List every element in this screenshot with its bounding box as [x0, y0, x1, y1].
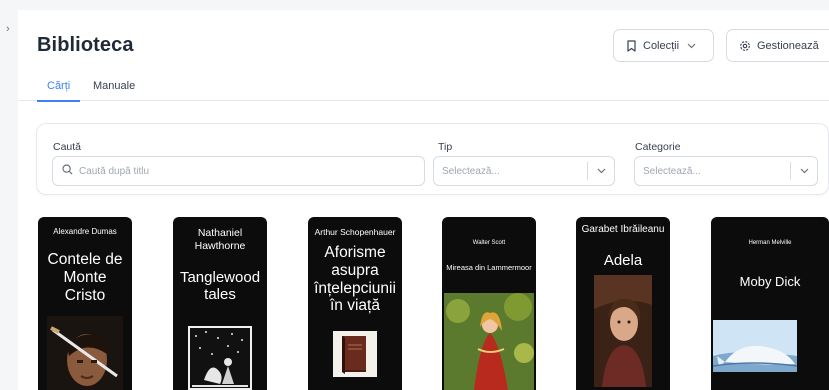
tab-books[interactable]: Cărți — [36, 80, 81, 102]
bookmark-icon — [626, 39, 637, 52]
type-select[interactable]: Selectează... — [433, 156, 615, 186]
search-field[interactable] — [52, 156, 425, 186]
book-author: Alexandre Dumas — [53, 227, 117, 236]
book-author: Arthur Schopenhauer — [314, 227, 396, 237]
sidebar-collapse-icon[interactable]: › — [6, 22, 16, 36]
book-cover-image — [47, 316, 123, 390]
search-label: Caută — [53, 141, 82, 153]
manage-button-label: Gestionează — [757, 39, 819, 52]
book-title: Tanglewood tales — [179, 269, 261, 304]
book-card[interactable]: Nathaniel Hawthorne Tanglewood tales — [173, 217, 267, 390]
book-grid: Alexandre Dumas Contele de Monte Cristo … — [38, 217, 829, 390]
book-cover-image — [444, 293, 534, 390]
manage-button[interactable]: Gestionează — [726, 29, 829, 62]
book-title: Adela — [603, 252, 643, 269]
book-title: Mireasa din Lammermoor — [446, 263, 532, 272]
collections-button[interactable]: Colecții — [613, 29, 714, 62]
book-author: Nathaniel Hawthorne — [194, 227, 246, 252]
search-input[interactable] — [79, 165, 399, 177]
book-card[interactable]: Arthur Schopenhauer Aforisme asupra înțe… — [308, 217, 402, 390]
book-cover-image — [594, 275, 652, 387]
category-select[interactable]: Selectează... — [634, 156, 818, 186]
book-card[interactable]: Garabet Ibrăileanu Adela — [576, 217, 670, 390]
book-card[interactable]: Walter Scott Mireasa din Lammermoor — [442, 217, 536, 390]
book-card[interactable]: Alexandre Dumas Contele de Monte Cristo — [38, 217, 132, 390]
book-title: Aforisme asupra înțelepciunii în viață — [314, 244, 396, 315]
book-author: Walter Scott — [472, 240, 506, 246]
book-title: Moby Dick — [739, 274, 801, 289]
tab-textbooks[interactable]: Manuale — [93, 80, 135, 101]
gear-icon — [739, 40, 751, 52]
book-cover-image — [188, 326, 252, 390]
category-label: Categorie — [635, 141, 681, 153]
book-cover-image — [333, 331, 377, 377]
chevron-down-icon[interactable] — [791, 168, 817, 174]
filter-panel: Caută Tip Selectează... Categorie Select… — [36, 123, 829, 195]
page-title: Biblioteca — [37, 34, 134, 56]
book-author: Herman Melville — [748, 240, 792, 246]
book-card[interactable]: Herman Melville Moby Dick — [711, 217, 829, 390]
library-page: Biblioteca Colecții Gestionează Cărți Ma… — [18, 10, 829, 390]
type-label: Tip — [438, 141, 453, 153]
book-title: Contele de Monte Cristo — [47, 251, 123, 304]
book-author: Garabet Ibrăileanu — [581, 224, 665, 235]
chevron-down-icon — [687, 43, 696, 49]
search-icon — [62, 162, 73, 180]
collections-button-label: Colecții — [643, 39, 680, 52]
chevron-down-icon[interactable] — [588, 168, 614, 174]
category-select-value: Selectează... — [643, 165, 701, 177]
book-cover-image — [711, 320, 829, 390]
tab-bar: Cărți Manuale — [18, 76, 829, 102]
type-select-value: Selectează... — [442, 165, 500, 177]
